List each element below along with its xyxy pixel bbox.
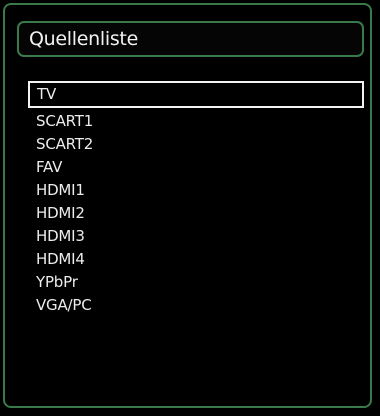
source-item-label: HDMI1 — [36, 181, 85, 199]
panel-title: Quellenliste — [29, 28, 138, 50]
source-item-hdmi3[interactable]: HDMI3 — [28, 225, 364, 248]
source-item-label: TV — [37, 85, 57, 103]
source-list-panel: Quellenliste TV SCART1 SCART2 FAV HDMI1 … — [3, 3, 372, 408]
source-item-ypbpr[interactable]: YPbPr — [28, 271, 364, 294]
source-item-label: HDMI3 — [36, 227, 85, 245]
source-item-scart2[interactable]: SCART2 — [28, 133, 364, 156]
source-item-hdmi4[interactable]: HDMI4 — [28, 248, 364, 271]
source-item-label: FAV — [36, 158, 63, 176]
source-item-label: SCART1 — [36, 112, 94, 130]
source-item-hdmi1[interactable]: HDMI1 — [28, 179, 364, 202]
source-item-label: YPbPr — [36, 273, 78, 291]
source-item-label: VGA/PC — [36, 296, 92, 314]
source-item-hdmi2[interactable]: HDMI2 — [28, 202, 364, 225]
source-item-label: SCART2 — [36, 135, 94, 153]
source-list: TV SCART1 SCART2 FAV HDMI1 HDMI2 HDMI3 H… — [28, 81, 364, 317]
source-item-scart1[interactable]: SCART1 — [28, 110, 364, 133]
title-bar: Quellenliste — [17, 21, 364, 57]
source-item-label: HDMI2 — [36, 204, 85, 222]
source-item-tv[interactable]: TV — [28, 81, 364, 108]
source-item-vga-pc[interactable]: VGA/PC — [28, 294, 364, 317]
source-item-label: HDMI4 — [36, 250, 85, 268]
source-item-fav[interactable]: FAV — [28, 156, 364, 179]
